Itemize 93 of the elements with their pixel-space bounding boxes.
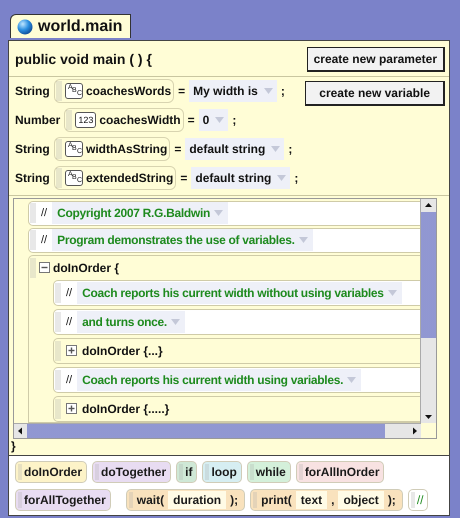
equals-sign: = xyxy=(180,171,188,185)
control-block-tile[interactable]: doTogether xyxy=(92,460,172,482)
comment-mark: // xyxy=(66,286,72,298)
drag-handle[interactable] xyxy=(30,203,36,223)
drag-handle[interactable] xyxy=(55,370,61,390)
equals-sign: = xyxy=(174,142,182,156)
create-parameter-button[interactable]: create new parameter xyxy=(306,46,445,72)
comment-mark: // xyxy=(66,316,72,328)
comment-statement[interactable]: // Copyright 2007 R.G.Baldwin xyxy=(28,200,420,226)
variable-name: widthAsString xyxy=(86,142,168,156)
control-block-tile[interactable]: if xyxy=(176,460,198,482)
closing-brace: } xyxy=(11,438,16,452)
drag-handle[interactable] xyxy=(66,110,72,130)
variable-name: extendedString xyxy=(86,171,174,185)
block-label: doInOrder {.....} xyxy=(82,402,170,416)
semicolon: ; xyxy=(288,142,292,156)
control-block-tile[interactable]: doInOrder xyxy=(15,460,88,482)
dropdown-arrow-icon xyxy=(170,318,180,324)
variable-name: coachesWidth xyxy=(99,113,181,127)
value-dropdown[interactable]: default string xyxy=(191,167,290,189)
function-call-tile[interactable]: wait( duration ); xyxy=(126,488,246,510)
drag-handle[interactable] xyxy=(55,398,61,418)
expand-toggle-icon[interactable] xyxy=(66,345,77,356)
editor-tab[interactable]: world.main xyxy=(10,14,132,38)
method-signature: public void main ( ) { xyxy=(15,51,152,67)
comment-statement[interactable]: // Program demonstrates the use of variables. xyxy=(28,228,420,252)
control-block-tile[interactable]: while xyxy=(246,460,291,482)
parameter-slot[interactable]: duration xyxy=(168,490,226,508)
call-end: ); xyxy=(386,492,397,506)
comment-mark: // xyxy=(66,374,72,386)
equals-sign: = xyxy=(178,84,186,98)
variable-type: String xyxy=(15,142,50,156)
expand-toggle-icon[interactable] xyxy=(66,403,77,414)
comment-statement[interactable]: // Coach reports his current width without using variables xyxy=(53,280,420,306)
collapse-toggle-icon[interactable] xyxy=(39,262,50,273)
globe-icon xyxy=(17,18,33,34)
control-block-tile[interactable]: forAllTogether xyxy=(15,488,111,510)
value-dropdown[interactable]: default string xyxy=(185,138,284,160)
dropdown-arrow-icon xyxy=(215,117,224,123)
function-call-tile[interactable]: print( text , object ); xyxy=(250,488,403,510)
dropdown-arrow-icon xyxy=(388,290,397,296)
variable-type: String xyxy=(15,84,50,98)
comment-text[interactable]: Copyright 2007 R.G.Baldwin xyxy=(52,202,228,224)
drag-handle[interactable] xyxy=(30,230,36,250)
call-end: ); xyxy=(229,492,240,506)
dropdown-arrow-icon xyxy=(298,237,308,243)
parameter-slot[interactable]: text xyxy=(296,490,328,508)
value-dropdown[interactable]: 0 xyxy=(198,109,228,131)
drag-handle[interactable] xyxy=(56,81,62,101)
drag-handle[interactable] xyxy=(55,312,61,332)
value-dropdown[interactable]: My width is xyxy=(189,80,277,102)
function-name: wait( xyxy=(136,492,166,506)
comment-text[interactable]: Program demonstrates the use of variables. xyxy=(52,229,313,251)
vertical-scrollbar[interactable] xyxy=(420,198,436,422)
control-block-tile[interactable]: loop xyxy=(202,460,242,482)
comment-statement[interactable]: // and turns once. xyxy=(53,308,420,334)
comment-mark: // xyxy=(41,234,48,246)
comment-mark: // xyxy=(41,207,48,219)
drag-handle[interactable] xyxy=(56,168,62,188)
equals-sign: = xyxy=(188,113,195,127)
dropdown-arrow-icon xyxy=(271,146,280,152)
variable-type: Number xyxy=(15,113,60,127)
control-block-tile[interactable]: forAllInOrder xyxy=(296,460,384,482)
comment-text[interactable]: Coach reports his current width using variables. xyxy=(77,368,362,390)
variable-name: coachesWords xyxy=(86,84,172,98)
block-label: doInOrder {...} xyxy=(82,344,163,358)
drag-handle[interactable] xyxy=(56,139,62,159)
comment-tile[interactable]: // xyxy=(408,488,428,510)
number-type-icon: 123 xyxy=(75,112,96,128)
dropdown-arrow-icon xyxy=(277,175,286,181)
dropdown-arrow-icon xyxy=(214,210,224,216)
block-label: doInOrder { xyxy=(53,260,120,274)
comment-statement[interactable]: // Coach reports his current width using variables. xyxy=(53,366,420,392)
dropdown-arrow-icon xyxy=(347,376,356,382)
comment-text[interactable]: and turns once. xyxy=(77,310,185,332)
comment-text[interactable]: Coach reports his current width without using variables xyxy=(77,282,402,304)
semicolon: ; xyxy=(232,113,236,127)
do-in-order-block[interactable]: doInOrder { // Coach reports his current width without using variables // and turns once. doInOrder {...} // Coach reports his current width using variables. doInOrder {.....} xyxy=(28,254,420,422)
create-variable-button[interactable]: create new variable xyxy=(305,80,445,106)
comma: , xyxy=(330,492,336,506)
variable-tile[interactable]: 123 coachesWidth xyxy=(64,108,184,132)
semicolon: ; xyxy=(280,84,285,98)
function-name: print( xyxy=(260,492,293,506)
semicolon: ; xyxy=(294,171,298,185)
variable-type: String xyxy=(15,171,50,185)
do-in-order-block[interactable]: doInOrder {.....} xyxy=(53,396,420,422)
do-in-order-block[interactable]: doInOrder {...} xyxy=(53,338,420,364)
dropdown-arrow-icon xyxy=(264,88,273,94)
parameter-slot[interactable]: object xyxy=(338,490,384,508)
drag-handle[interactable] xyxy=(55,282,61,302)
drag-handle[interactable] xyxy=(30,258,36,278)
horizontal-scrollbar[interactable] xyxy=(14,422,421,438)
drag-handle[interactable] xyxy=(55,340,61,360)
